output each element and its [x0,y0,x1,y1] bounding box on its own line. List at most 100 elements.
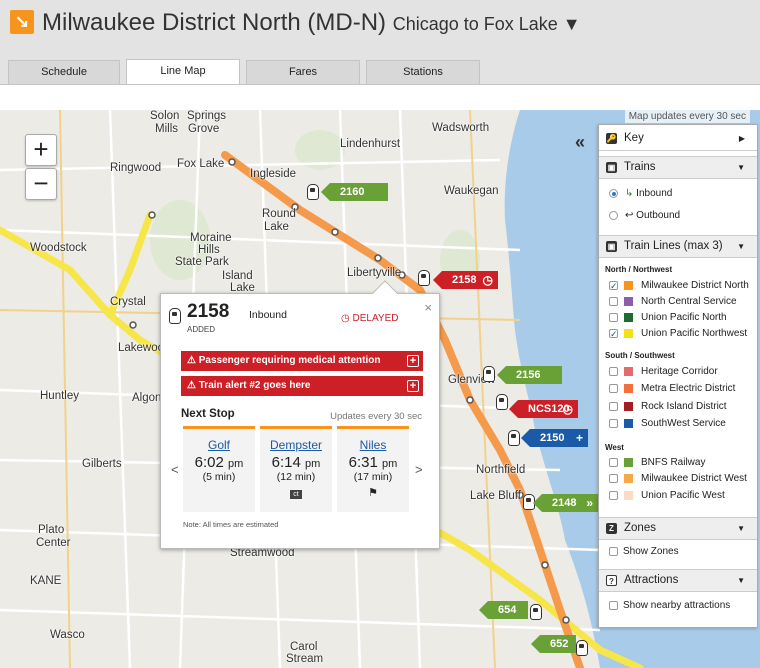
checkbox[interactable] [609,313,618,322]
train-number: 652 [550,638,569,650]
zoom-out-button[interactable]: − [25,168,57,200]
attractions-header[interactable]: ? Attractions ▼ [599,569,757,592]
delayed-label: DELAYED [352,313,399,324]
group-title: West [605,443,624,452]
key-header[interactable]: 🔑 Key ▶ [599,128,757,151]
route-title: Milwaukee District North (MD-N) Chicago … [42,9,581,37]
warning-icon: ⚠ [187,380,199,391]
zoom-in-button[interactable]: + [25,134,57,166]
radio-button[interactable] [609,189,618,198]
color-swatch [624,281,633,290]
town-label: Springs [187,110,226,122]
prev-stop-arrow[interactable]: < [171,462,179,477]
expand-icon[interactable]: + [407,355,419,367]
color-swatch [624,367,633,376]
checkbox[interactable]: ✓ [609,281,618,291]
stop-card-dempster: Dempster 6:14 pm (12 min) ct [260,426,332,512]
tab-fares[interactable]: Fares [246,60,360,84]
clock-icon: ◷ [562,402,573,416]
stop-link[interactable]: Niles [337,438,409,452]
train-icon[interactable] [508,430,520,446]
radio-button[interactable] [609,211,618,220]
alert-train-2[interactable]: ⚠ Train alert #2 goes here + [181,376,423,396]
train-icon[interactable] [418,270,430,286]
trains-header[interactable]: ▣ Trains ▼ [599,156,757,179]
train-label-ncs120[interactable]: NCS120 ◷ [509,400,578,418]
checkbox[interactable] [609,384,618,393]
chevron-down-icon: ▼ [737,524,745,533]
town-label: Lake Bluff [470,490,521,502]
train-label-654[interactable]: 654 [479,601,528,619]
checkbox[interactable] [609,474,618,483]
zones-header[interactable]: Z Zones ▼ [599,517,757,540]
popup-status-tag: ADDED [187,325,216,334]
popup-direction: Inbound [249,309,287,321]
color-swatch [624,474,633,483]
checkbox[interactable] [609,491,618,500]
warning-icon: ⚠ [187,355,199,366]
flag-icon: ⚑ [368,487,378,499]
town-label: Moraine [190,232,232,244]
stop-link[interactable]: Dempster [260,438,332,452]
collapse-legend-button[interactable]: « [575,132,585,153]
color-swatch [624,297,633,306]
town-label: Wadsworth [432,122,490,134]
town-label: Island [222,270,253,282]
direction-dropdown[interactable]: Chicago to Fox Lake ▼ [393,14,581,34]
checkbox[interactable] [609,547,618,556]
arrow-down-right-icon: ↘ [10,10,34,34]
stop-link[interactable]: Golf [183,438,255,452]
stop-minutes: (5 min) [202,471,236,483]
checkbox[interactable] [609,601,618,610]
expand-icon[interactable]: + [407,380,419,392]
color-swatch [624,458,633,467]
train-label-2150[interactable]: 2150 + [521,429,588,447]
train-label-2160[interactable]: 2160 [321,183,388,201]
key-icon: 🔑 [606,133,617,144]
attractions-label: Attractions [624,574,679,586]
train-icon[interactable] [483,366,495,382]
train-label-652[interactable]: 652 [531,635,576,653]
next-stop-arrow[interactable]: > [415,462,423,477]
train-number: 2150 [540,432,565,444]
ct-icon: ct [290,490,302,499]
train-label-2148[interactable]: 2148 » [533,494,598,512]
town-label: Plato [38,524,65,536]
checkbox[interactable] [609,367,618,376]
tab-line-map[interactable]: Line Map [126,59,240,85]
alert-medical[interactable]: ⚠ Passenger requiring medical attention … [181,351,423,371]
checkbox[interactable] [609,402,618,411]
checkbox[interactable]: ✓ [609,329,618,339]
train-lines-header[interactable]: ▣ Train Lines (max 3) ▼ [599,235,757,258]
clock-icon: ◷ [482,273,493,287]
tab-schedule[interactable]: Schedule [8,60,120,84]
zones-label: Zones [624,522,656,534]
page-header: ↘ Milwaukee District North (MD-N) Chicag… [0,0,760,60]
train-icon[interactable] [307,184,319,200]
color-swatch [624,384,633,393]
alert-text: Passenger requiring medical attention [198,355,381,366]
clock-icon: ◷ [341,313,353,324]
town-label: Crystal [110,296,146,308]
town-label: Round [262,208,296,220]
checkbox[interactable] [609,458,618,467]
town-label: Libertyville [347,267,402,279]
town-label: State Park [175,256,229,268]
train-label-2158[interactable]: 2158 ◷ [433,271,498,289]
town-label: Huntley [40,390,79,402]
train-label-2156[interactable]: 2156 [497,366,562,384]
town-label: Ringwood [110,162,162,174]
train-icon[interactable] [530,604,542,620]
close-icon[interactable]: × [424,300,432,315]
town-label: Wasco [50,629,85,641]
checkbox[interactable] [609,419,618,428]
tab-stations[interactable]: Stations [366,60,480,84]
town-label: Mills [155,123,178,135]
train-icon[interactable] [496,394,508,410]
train-number: 2160 [340,186,365,198]
town-label: Waukegan [444,185,499,197]
checkbox[interactable] [609,297,618,306]
content-area [0,85,760,110]
stop-time: 6:02 pm [194,454,244,471]
train-icon[interactable] [576,640,588,656]
